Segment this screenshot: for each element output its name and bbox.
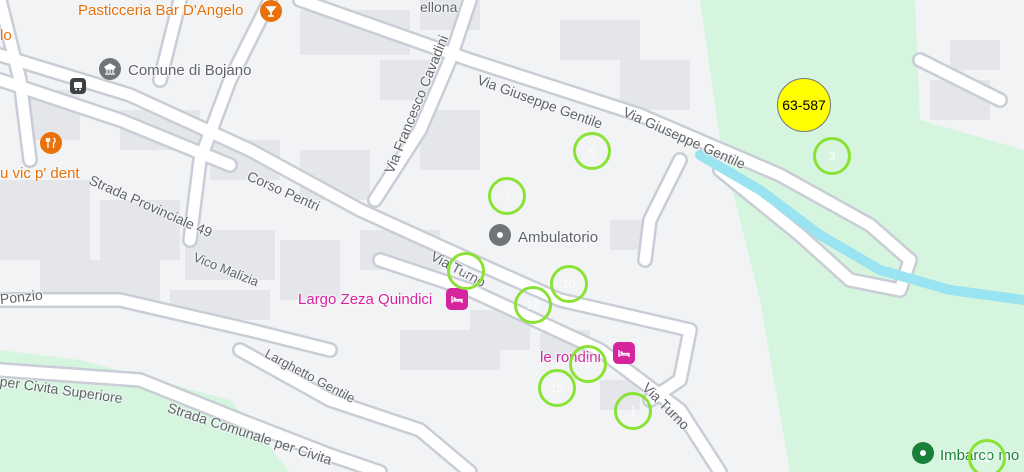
cluster-marker[interactable]: 6	[569, 345, 607, 383]
cluster-marker[interactable]: 15	[538, 369, 576, 407]
town-hall-icon[interactable]	[99, 58, 121, 80]
cluster-marker[interactable]: 6	[573, 132, 611, 170]
hotel-icon[interactable]	[613, 342, 635, 364]
cafe-icon[interactable]	[260, 0, 282, 22]
marker-count: 3	[828, 149, 836, 163]
poi-label-largo-zeza[interactable]: Largo Zeza Quindici	[298, 292, 432, 307]
street-label-ellona: ellona	[420, 0, 458, 15]
map-canvas[interactable]: ellona Via Giuseppe Gentile Via Giuseppe…	[0, 0, 1024, 472]
poi-label-pasticceria[interactable]: Pasticceria Bar D'Angelo	[78, 3, 243, 18]
marker-count: 6	[588, 144, 596, 158]
hotel-icon[interactable]	[446, 288, 468, 310]
place-icon[interactable]	[489, 224, 511, 246]
cluster-marker[interactable]: 1	[968, 439, 1006, 472]
marker-count: 10	[562, 277, 576, 291]
marker-count: 12	[526, 298, 540, 312]
marker-count: 1	[629, 404, 637, 418]
poi-label-vic-p-dent[interactable]: u vic p' dent	[0, 166, 80, 181]
park-area-east	[700, 0, 1024, 472]
marker-count: 1	[462, 264, 470, 278]
marker-count: 6	[584, 357, 592, 371]
poi-label-comune[interactable]: Comune di Bojano	[128, 63, 251, 78]
poi-label-ambulatorio[interactable]: Ambulatorio	[518, 230, 598, 245]
marker-count: 1	[983, 451, 991, 465]
cluster-marker[interactable]: 1	[447, 252, 485, 290]
cluster-marker[interactable]: 7	[488, 177, 526, 215]
marker-count: 15	[550, 381, 564, 395]
place-icon[interactable]	[912, 442, 934, 464]
marker-count: 7	[503, 189, 511, 203]
bus-stop-icon[interactable]	[70, 78, 86, 94]
restaurant-icon[interactable]	[40, 132, 62, 154]
poi-label-lo: lo	[0, 27, 12, 44]
highlighted-marker-label: 63-587	[782, 97, 826, 113]
cluster-marker[interactable]: 10	[550, 265, 588, 303]
cluster-marker[interactable]: 3	[813, 137, 851, 175]
highlighted-marker[interactable]: 63-587	[777, 78, 831, 132]
cluster-marker[interactable]: 1	[614, 392, 652, 430]
cluster-marker[interactable]: 12	[514, 286, 552, 324]
